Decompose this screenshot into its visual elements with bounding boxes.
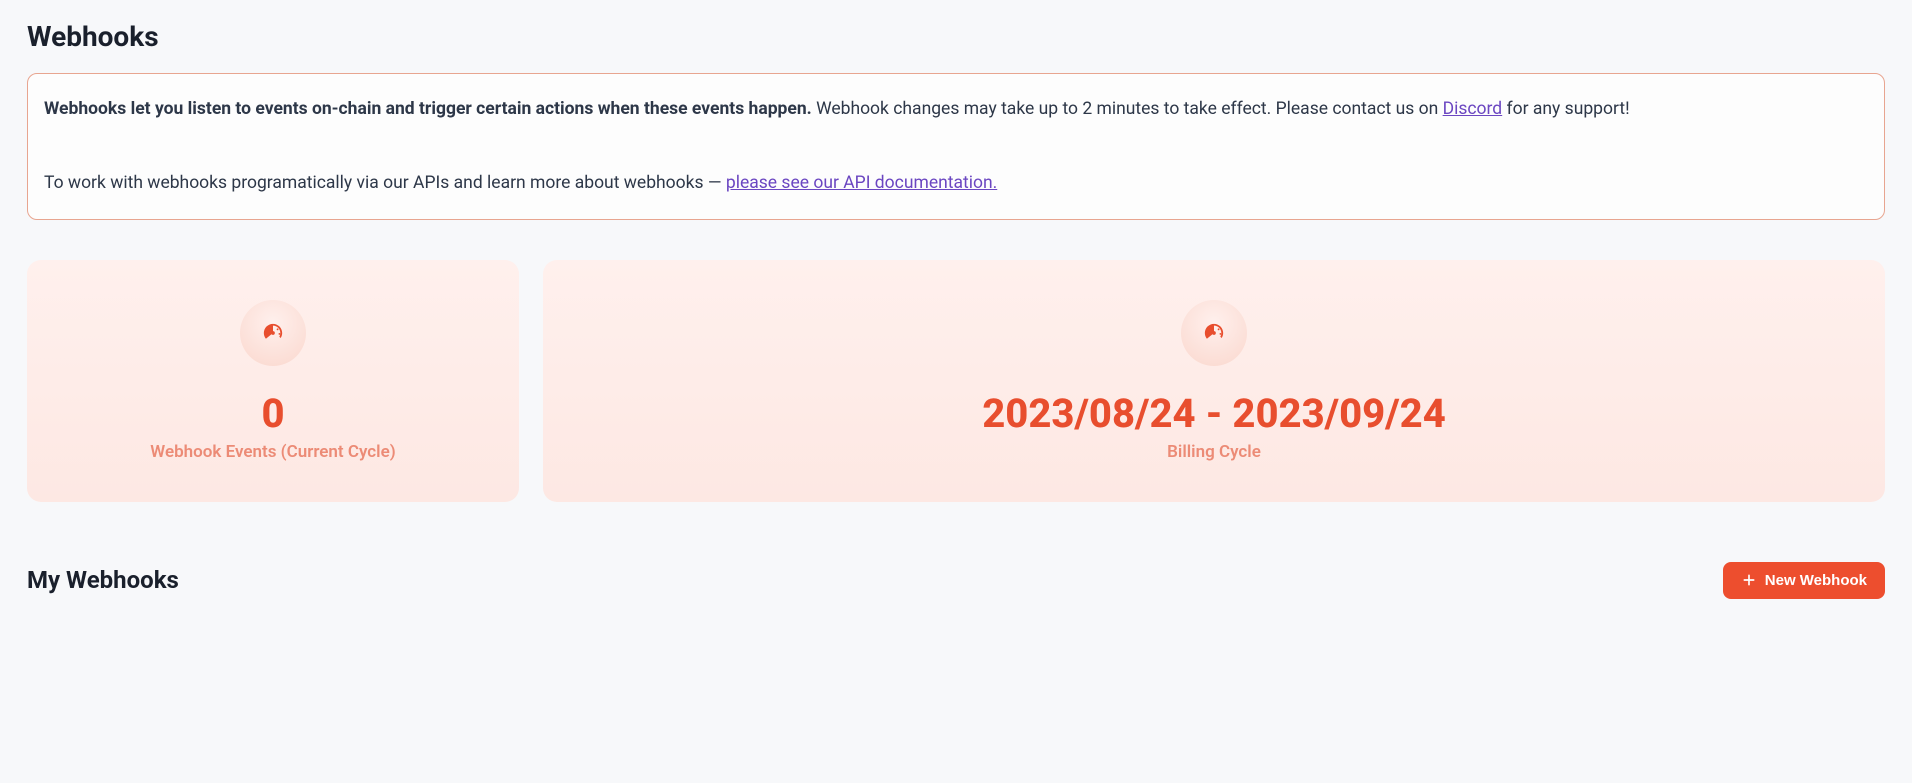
page-title: Webhooks [27,20,1885,53]
webhook-events-value: 0 [261,394,284,434]
gauge-icon [240,300,306,366]
webhook-events-card: 0 Webhook Events (Current Cycle) [27,260,519,502]
info-banner-secondary-prefix: To work with webhooks programatically vi… [44,173,726,193]
info-banner-bold: Webhooks let you listen to events on-cha… [44,99,812,119]
plus-icon [1741,572,1757,588]
info-banner-secondary-text: To work with webhooks programatically vi… [44,170,1868,196]
billing-cycle-label: Billing Cycle [1167,442,1261,462]
discord-link[interactable]: Discord [1443,99,1503,119]
my-webhooks-title: My Webhooks [27,566,179,594]
api-documentation-link[interactable]: please see our API documentation. [726,173,997,193]
new-webhook-button[interactable]: New Webhook [1723,562,1885,599]
stats-row: 0 Webhook Events (Current Cycle) 2023/08… [27,260,1885,502]
info-banner-text-1: Webhook changes may take up to 2 minutes… [812,99,1443,119]
webhook-events-label: Webhook Events (Current Cycle) [150,442,395,462]
new-webhook-button-label: New Webhook [1765,572,1867,589]
info-banner-text-2: for any support! [1502,99,1629,119]
billing-cycle-card: 2023/08/24 - 2023/09/24 Billing Cycle [543,260,1885,502]
my-webhooks-header: My Webhooks New Webhook [27,562,1885,599]
info-banner: Webhooks let you listen to events on-cha… [27,73,1885,220]
gauge-icon [1181,300,1247,366]
billing-cycle-value: 2023/08/24 - 2023/09/24 [982,394,1446,434]
info-banner-primary-text: Webhooks let you listen to events on-cha… [44,96,1868,122]
